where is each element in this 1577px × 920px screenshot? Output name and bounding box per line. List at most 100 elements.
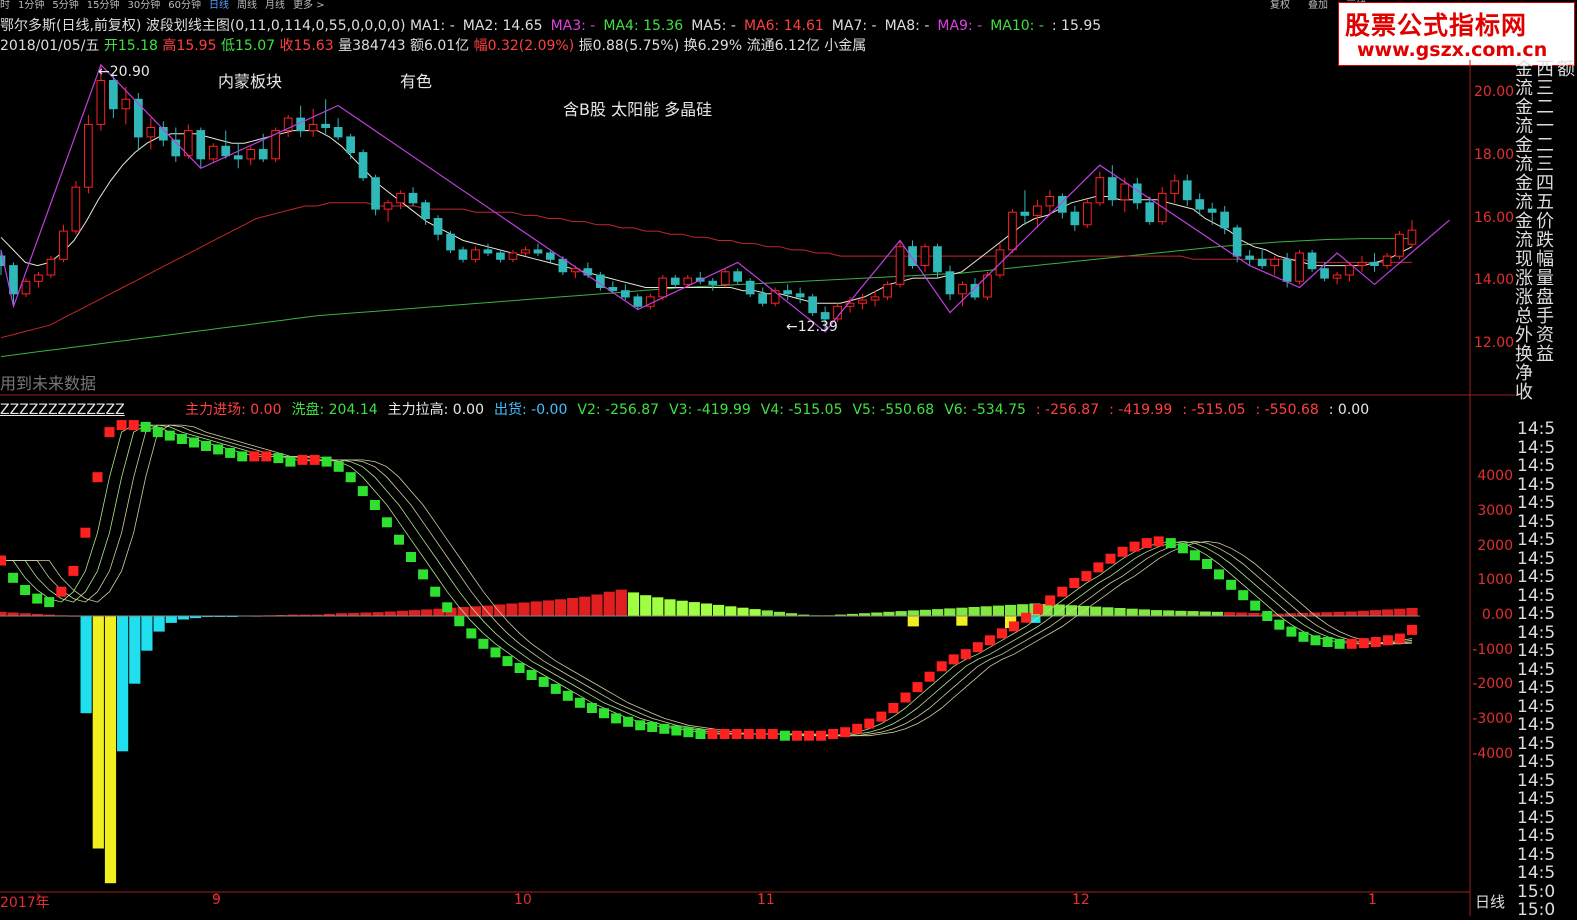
indicator-block xyxy=(502,656,513,667)
tick-time: 14:5 xyxy=(1517,715,1556,735)
price-tick: 20.00 xyxy=(1474,84,1515,100)
histogram-bar xyxy=(518,602,530,616)
candle-body xyxy=(1182,180,1192,201)
indicator-block xyxy=(333,461,344,472)
histogram-bar xyxy=(1138,609,1150,616)
indicator-block xyxy=(44,597,55,608)
tick-time: 14:5 xyxy=(1517,659,1556,680)
indicator-block xyxy=(695,729,706,739)
candle-body xyxy=(471,249,480,260)
candle-body xyxy=(546,252,555,260)
histogram-bar xyxy=(1175,610,1187,616)
histogram-bar xyxy=(1406,608,1418,616)
indicator-item-8: V6: -534.75 xyxy=(944,402,1026,418)
candle-body xyxy=(221,145,231,157)
candle-body xyxy=(1370,261,1379,266)
histogram-bar xyxy=(542,600,554,616)
indicator-block xyxy=(562,690,573,701)
histogram-bar xyxy=(737,607,749,616)
tick-time: 14:5 xyxy=(1517,770,1556,791)
histogram-bar xyxy=(396,610,408,616)
indicator-block xyxy=(261,451,272,462)
date-tick: 12 xyxy=(1072,892,1090,908)
candle-body xyxy=(1132,183,1142,204)
signal-bar xyxy=(907,616,919,627)
candle-body xyxy=(733,271,742,282)
indicator-block xyxy=(599,708,609,719)
indicator-block xyxy=(0,555,6,566)
histogram-bar xyxy=(640,595,652,616)
indicator-block xyxy=(623,716,634,727)
tick-time: 14:5 xyxy=(1517,493,1556,513)
indicator-block xyxy=(442,602,453,613)
candle-body xyxy=(1220,211,1230,229)
peak-value: 20.90 xyxy=(109,64,150,80)
tick-time: 15:0 xyxy=(1517,900,1556,920)
peak-label: ←20.90 xyxy=(98,64,150,80)
tick-times-column: 14:5 14:5 14:5 14:5 14:5 14:5 14:5 14:5 14:5 14:5… xyxy=(1517,420,1577,920)
right-column-3: 额 xyxy=(1557,60,1575,80)
indicator-block xyxy=(140,421,151,432)
candle-body xyxy=(446,233,455,251)
ma-green-line xyxy=(0,238,1412,358)
candle-body xyxy=(1045,196,1055,207)
indicator-block xyxy=(538,676,549,687)
candle-body xyxy=(1345,265,1354,276)
histogram-bar xyxy=(773,611,786,616)
histogram-bar xyxy=(664,599,676,616)
indicator-block xyxy=(309,454,320,465)
tick-time: 14:5 xyxy=(1517,641,1556,661)
kline-chart[interactable] xyxy=(0,0,1515,916)
candle-body xyxy=(496,252,505,260)
indicator-block xyxy=(345,472,356,483)
indicator-block xyxy=(755,729,766,739)
histogram-bar xyxy=(1090,606,1102,616)
candle-body xyxy=(945,271,955,295)
candle-body xyxy=(71,186,81,232)
indicator-block xyxy=(56,586,67,597)
indicator-block xyxy=(972,642,983,653)
histogram-bar xyxy=(1223,612,1236,616)
indicator-block xyxy=(1226,579,1237,590)
candle-body xyxy=(458,249,468,260)
candle-body xyxy=(858,299,867,304)
histogram-bar xyxy=(384,611,396,616)
candle-body xyxy=(1295,252,1304,282)
indicator-block xyxy=(526,670,537,680)
indicator-block xyxy=(1045,595,1056,606)
indicator-block xyxy=(779,730,790,741)
indicator-block xyxy=(1286,626,1297,637)
candle-body xyxy=(1332,274,1342,279)
candle-body xyxy=(621,290,630,298)
tick-time: 14:5 xyxy=(1517,604,1556,624)
indicator-prefix: ZZZZZZZZZZZZZ xyxy=(0,402,125,418)
indicator-block xyxy=(321,456,332,467)
histogram-bar xyxy=(1163,610,1175,616)
indicator-block xyxy=(1407,624,1417,635)
tick-time: 14:5 xyxy=(1517,844,1556,865)
histogram-bar xyxy=(165,616,177,623)
histogram-bar xyxy=(0,611,7,616)
board-label: 内蒙板块 xyxy=(218,72,283,91)
histogram-bar xyxy=(761,610,773,616)
candle-body xyxy=(1008,211,1017,251)
histogram-bar xyxy=(1199,611,1211,616)
candle-body xyxy=(396,192,405,204)
histogram-bar xyxy=(530,601,542,616)
indicator-block xyxy=(490,647,501,658)
indicator-block xyxy=(176,434,187,444)
indicator-block xyxy=(357,486,368,497)
candle-body xyxy=(34,274,43,282)
indicator-block xyxy=(1129,541,1140,552)
indicator-tick: -3000 xyxy=(1472,711,1513,728)
candle-body xyxy=(808,296,817,314)
candle-body xyxy=(745,280,755,295)
trough-label: ←12.39 xyxy=(786,319,838,335)
indicator-block xyxy=(249,451,260,462)
candle-body xyxy=(1270,258,1280,267)
histogram-bar xyxy=(1357,610,1369,616)
indicator-block xyxy=(791,730,802,741)
indicator-block xyxy=(1310,635,1321,646)
indicator-block xyxy=(20,585,31,595)
date-tick: 11 xyxy=(757,892,775,908)
